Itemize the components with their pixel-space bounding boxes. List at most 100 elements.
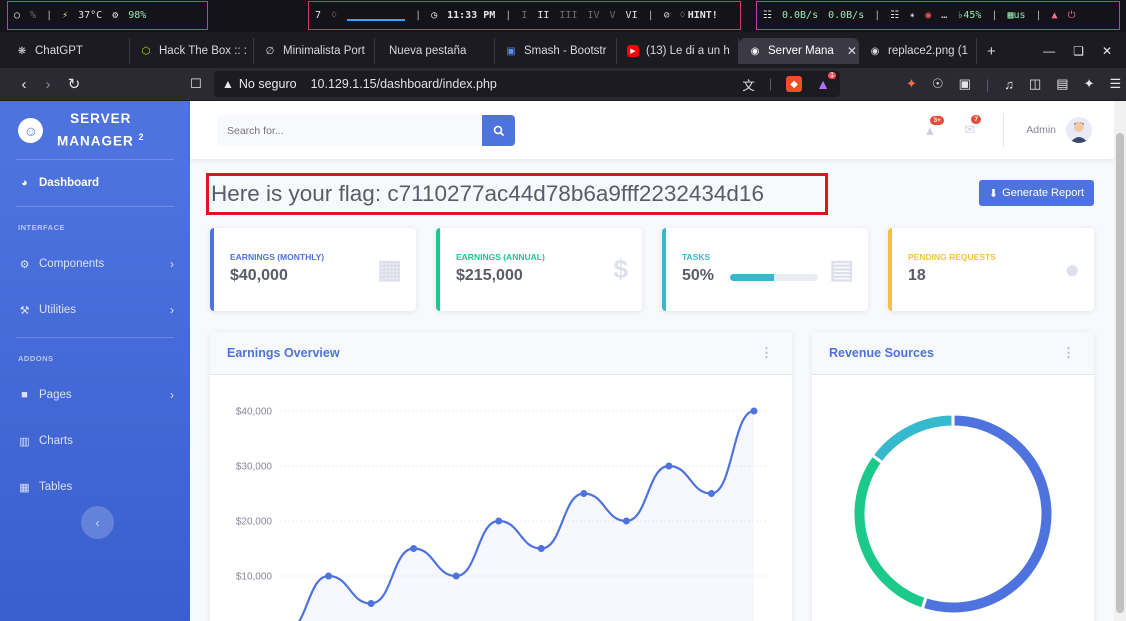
workspace-4[interactable]: IV xyxy=(587,10,599,21)
workspace-2[interactable]: II xyxy=(537,10,549,21)
tab-hackthebox[interactable]: ⬡ Hack The Box :: : xyxy=(130,38,254,64)
brave-shield-icon[interactable]: ◆ xyxy=(786,76,803,92)
maximize-icon[interactable]: ❏ xyxy=(1073,44,1084,58)
tab-smash[interactable]: ▣ Smash - Bootstr xyxy=(495,38,617,64)
search-button[interactable] xyxy=(482,115,515,146)
back-button[interactable]: ‹ xyxy=(12,76,36,93)
sidebar-heading-interface: INTERFACE xyxy=(18,223,66,232)
system-bar: ○ % | ⚡ 37°C ⚙ 98% 7 ♢ | ◷ 11:33 PM | I … xyxy=(0,0,1126,32)
sidebar-item-utilities[interactable]: ⚒ Utilities › xyxy=(0,287,190,333)
sidebar-item-tables[interactable]: ▦ Tables xyxy=(0,464,190,510)
blocked-tray-icon[interactable]: ◉ xyxy=(925,10,931,21)
card-tasks: TASKS 50% ▤ xyxy=(662,228,868,311)
drop-icon: ○ xyxy=(14,10,21,21)
forward-button[interactable]: › xyxy=(36,76,60,93)
workspace-1[interactable]: I xyxy=(521,10,527,21)
avatar[interactable] xyxy=(1066,117,1092,143)
tachometer-icon: ◕ xyxy=(21,177,28,189)
earnings-overview-panel: Earnings Overview ⋮ $10,000 $20,000 $30,00… xyxy=(210,332,792,621)
url-field[interactable]: ▲ No seguro 10.129.1.15/dashboard/index.… xyxy=(214,71,840,97)
browser-toolbar: ✦ ☉ ▣ | ♫ ◫ ▤ ✦ ☰ xyxy=(906,76,1122,92)
tab-server-manager[interactable]: ◉ Server Mana ✕ xyxy=(739,38,859,64)
comments-icon: ● xyxy=(1064,254,1080,284)
temperature: 37°C xyxy=(78,10,103,21)
y-tick-label: $20,000 xyxy=(236,517,273,528)
chart-area-icon: ▥ xyxy=(19,435,30,448)
screenshot-icon[interactable]: ▣ xyxy=(959,76,971,92)
scrollbar-thumb[interactable] xyxy=(1116,133,1124,613)
power-icon[interactable]: ⏻ xyxy=(1068,10,1076,21)
bookmark-icon[interactable]: ☐ xyxy=(184,76,208,92)
brand[interactable]: ☺ SERVER MANAGER 2 xyxy=(0,101,190,159)
tab-new-tab[interactable]: Nueva pestaña xyxy=(375,38,495,64)
sidebar-toggle-icon[interactable]: ◫ xyxy=(1029,76,1041,92)
close-window-icon[interactable]: ✕ xyxy=(1102,44,1112,58)
sidebar-heading-addons: ADDONS xyxy=(18,354,54,363)
sidebar-item-components[interactable]: ⚙ Components › xyxy=(0,241,190,287)
alerts-dropdown[interactable]: ▲ 3+ xyxy=(923,115,944,138)
slash-icon: ∅ xyxy=(265,45,275,57)
workspace-5[interactable]: V xyxy=(610,10,616,21)
calendar-icon: ▦ xyxy=(377,254,402,284)
sidebar-item-dashboard[interactable]: ◕ Dashboard xyxy=(0,160,190,206)
reload-button[interactable]: ↻ xyxy=(62,75,86,93)
workspace-6[interactable]: VI xyxy=(626,10,638,21)
htb-icon: ⬡ xyxy=(141,45,151,57)
tab-youtube[interactable]: ▶ (13) Le di a un h xyxy=(617,38,739,64)
address-bar: ‹ › ↻ ☐ ▲ No seguro 10.129.1.15/dashboar… xyxy=(0,68,1126,100)
envelope-icon: ✉ xyxy=(964,122,976,137)
brave-rewards-icon[interactable]: ▲ 1 xyxy=(816,72,836,92)
new-tab-button[interactable]: + xyxy=(987,43,996,60)
hint-label[interactable]: HINT! xyxy=(688,10,718,21)
folder-icon: ■ xyxy=(21,389,28,401)
sidebar-item-pages[interactable]: ■ Pages › xyxy=(0,372,190,418)
browser-tab-bar: ❋ ChatGPT ⬡ Hack The Box :: : ∅ Minimali… xyxy=(0,36,1126,66)
minimize-icon[interactable]: — xyxy=(1043,44,1055,58)
page-viewport: ☺ SERVER MANAGER 2 ◕ Dashboard INTERFACE… xyxy=(0,101,1126,621)
panel-title: Earnings Overview xyxy=(227,346,340,360)
sidebar-item-charts[interactable]: ▥ Charts xyxy=(0,418,190,464)
data-point xyxy=(707,490,715,497)
lock-icon[interactable]: ▲ xyxy=(1052,10,1058,21)
workspace-3[interactable]: III xyxy=(559,10,577,21)
tab-chatgpt[interactable]: ❋ ChatGPT xyxy=(6,38,130,64)
window-controls: — ❏ ✕ xyxy=(1043,44,1126,58)
url-text: 10.129.1.15/dashboard/index.php xyxy=(310,77,497,91)
more-vertical-icon[interactable]: ⋮ xyxy=(760,345,773,361)
music-icon[interactable]: ♫ xyxy=(1004,77,1014,92)
messages-dropdown[interactable]: ✉ 7 xyxy=(964,115,981,138)
close-icon[interactable]: ✕ xyxy=(847,44,857,58)
menu-icon[interactable]: ☰ xyxy=(1110,76,1122,92)
laugh-wink-icon: ☺ xyxy=(15,114,46,146)
more-vertical-icon[interactable]: ⋮ xyxy=(1062,345,1075,361)
tab-minimalista[interactable]: ∅ Minimalista Port xyxy=(254,38,375,64)
page-scrollbar[interactable] xyxy=(1114,101,1126,621)
tab-replace2[interactable]: ◉ replace2.png (1 xyxy=(859,38,977,64)
data-point xyxy=(325,572,333,580)
globe-icon: ◉ xyxy=(870,45,880,57)
leo-icon[interactable]: ✦ xyxy=(1084,76,1095,92)
generate-report-button[interactable]: ⬇ Generate Report xyxy=(979,180,1094,206)
search-input[interactable] xyxy=(217,115,479,146)
tray-icon[interactable]: ☷ xyxy=(890,10,899,21)
chevron-right-icon: › xyxy=(170,388,174,402)
net-up: 0.0B/s xyxy=(781,10,819,21)
firefox-tray-icon[interactable]: ✴ xyxy=(909,10,915,21)
monitor-icon: ▣ xyxy=(506,45,516,57)
sidebar: ☺ SERVER MANAGER 2 ◕ Dashboard INTERFACE… xyxy=(0,101,190,621)
fox-extension-icon[interactable]: ✦ xyxy=(906,76,917,92)
user-name[interactable]: Admin xyxy=(1026,124,1056,136)
keyboard-layout[interactable]: ▦us xyxy=(1007,10,1025,21)
wallet-icon[interactable]: ▤ xyxy=(1056,76,1068,92)
bell-icon: ♢ xyxy=(331,10,338,21)
volume[interactable]: ♭45% xyxy=(957,10,981,21)
bell-icon: ▲ xyxy=(923,122,937,138)
area-fill xyxy=(299,411,754,621)
topbar: ▲ 3+ ✉ 7 Admin xyxy=(190,101,1114,159)
youtube-icon: ▶ xyxy=(627,45,639,57)
earnings-area-chart: $10,000 $20,000 $30,000 $40,000 xyxy=(236,407,766,621)
search-form xyxy=(217,115,515,146)
sidebar-toggle-button[interactable]: ‹ xyxy=(81,506,114,539)
puzzle-icon[interactable]: ☉ xyxy=(932,76,944,92)
translate-icon[interactable]: 文 xyxy=(742,75,755,94)
